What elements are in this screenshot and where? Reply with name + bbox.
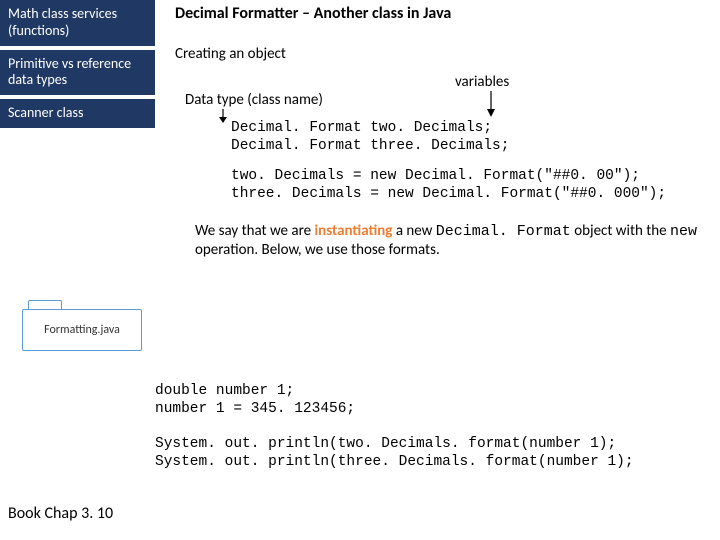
code-line: System. out. println(two. Decimals. form… bbox=[155, 436, 616, 452]
text: operation. Below, we use those formats. bbox=[195, 241, 440, 259]
explanation-text: We say that we are instantiating a new D… bbox=[195, 222, 720, 261]
highlight-instantiating: instantiating bbox=[315, 222, 393, 240]
code-bottom-println: System. out. println(two. Decimals. form… bbox=[155, 435, 715, 471]
sidebar-item-scanner[interactable]: Scanner class bbox=[0, 99, 155, 128]
text: We say that we are bbox=[195, 222, 315, 240]
sidebar-item-math[interactable]: Math class services (functions) bbox=[0, 0, 155, 46]
sidebar-item-label: Primitive vs reference data types bbox=[8, 55, 131, 89]
arrow-down-icon bbox=[483, 91, 499, 117]
book-reference: Book Chap 3. 10 bbox=[8, 504, 113, 523]
folder-tab-body: Formatting.java bbox=[22, 309, 142, 351]
sidebar-item-label: Scanner class bbox=[8, 104, 83, 121]
text: object with the bbox=[571, 222, 670, 240]
code-line: two. Decimals = new Decimal. Format("##0… bbox=[231, 168, 640, 184]
arrow-down-icon bbox=[215, 109, 231, 123]
page-title: Decimal Formatter – Another class in Jav… bbox=[175, 4, 720, 23]
code-declarations: Decimal. Format two. Decimals; Decimal. … bbox=[231, 119, 720, 155]
annotation-data-type: Data type (class name) bbox=[185, 91, 323, 109]
code-bottom-vars: double number 1; number 1 = 345. 123456; bbox=[155, 382, 715, 418]
code-line: double number 1; bbox=[155, 383, 294, 399]
annotation-variables: variables bbox=[455, 73, 509, 91]
folder-tab-notch bbox=[28, 300, 62, 309]
sidebar: Math class services (functions) Primitiv… bbox=[0, 0, 155, 132]
code-line: System. out. println(three. Decimals. fo… bbox=[155, 454, 634, 470]
main-content: Decimal Formatter – Another class in Jav… bbox=[175, 4, 720, 279]
text: a new bbox=[392, 222, 435, 240]
folder-tab: Formatting.java bbox=[22, 300, 142, 351]
code-line: three. Decimals = new Decimal. Format("#… bbox=[231, 186, 666, 202]
annotation-row: Data type (class name) variables bbox=[175, 73, 720, 117]
code-line: Decimal. Format three. Decimals; bbox=[231, 138, 509, 154]
code-line: number 1 = 345. 123456; bbox=[155, 401, 355, 417]
code-line: Decimal. Format two. Decimals; bbox=[231, 120, 492, 136]
code-instantiation: two. Decimals = new Decimal. Format("##0… bbox=[231, 167, 720, 203]
inline-code: new bbox=[670, 223, 697, 240]
folder-label: Formatting.java bbox=[44, 323, 120, 337]
sidebar-item-label: Math class services (functions) bbox=[8, 5, 117, 39]
section-subtitle: Creating an object bbox=[175, 45, 720, 63]
inline-code: Decimal. Format bbox=[436, 223, 571, 240]
sidebar-item-primitive[interactable]: Primitive vs reference data types bbox=[0, 50, 155, 96]
